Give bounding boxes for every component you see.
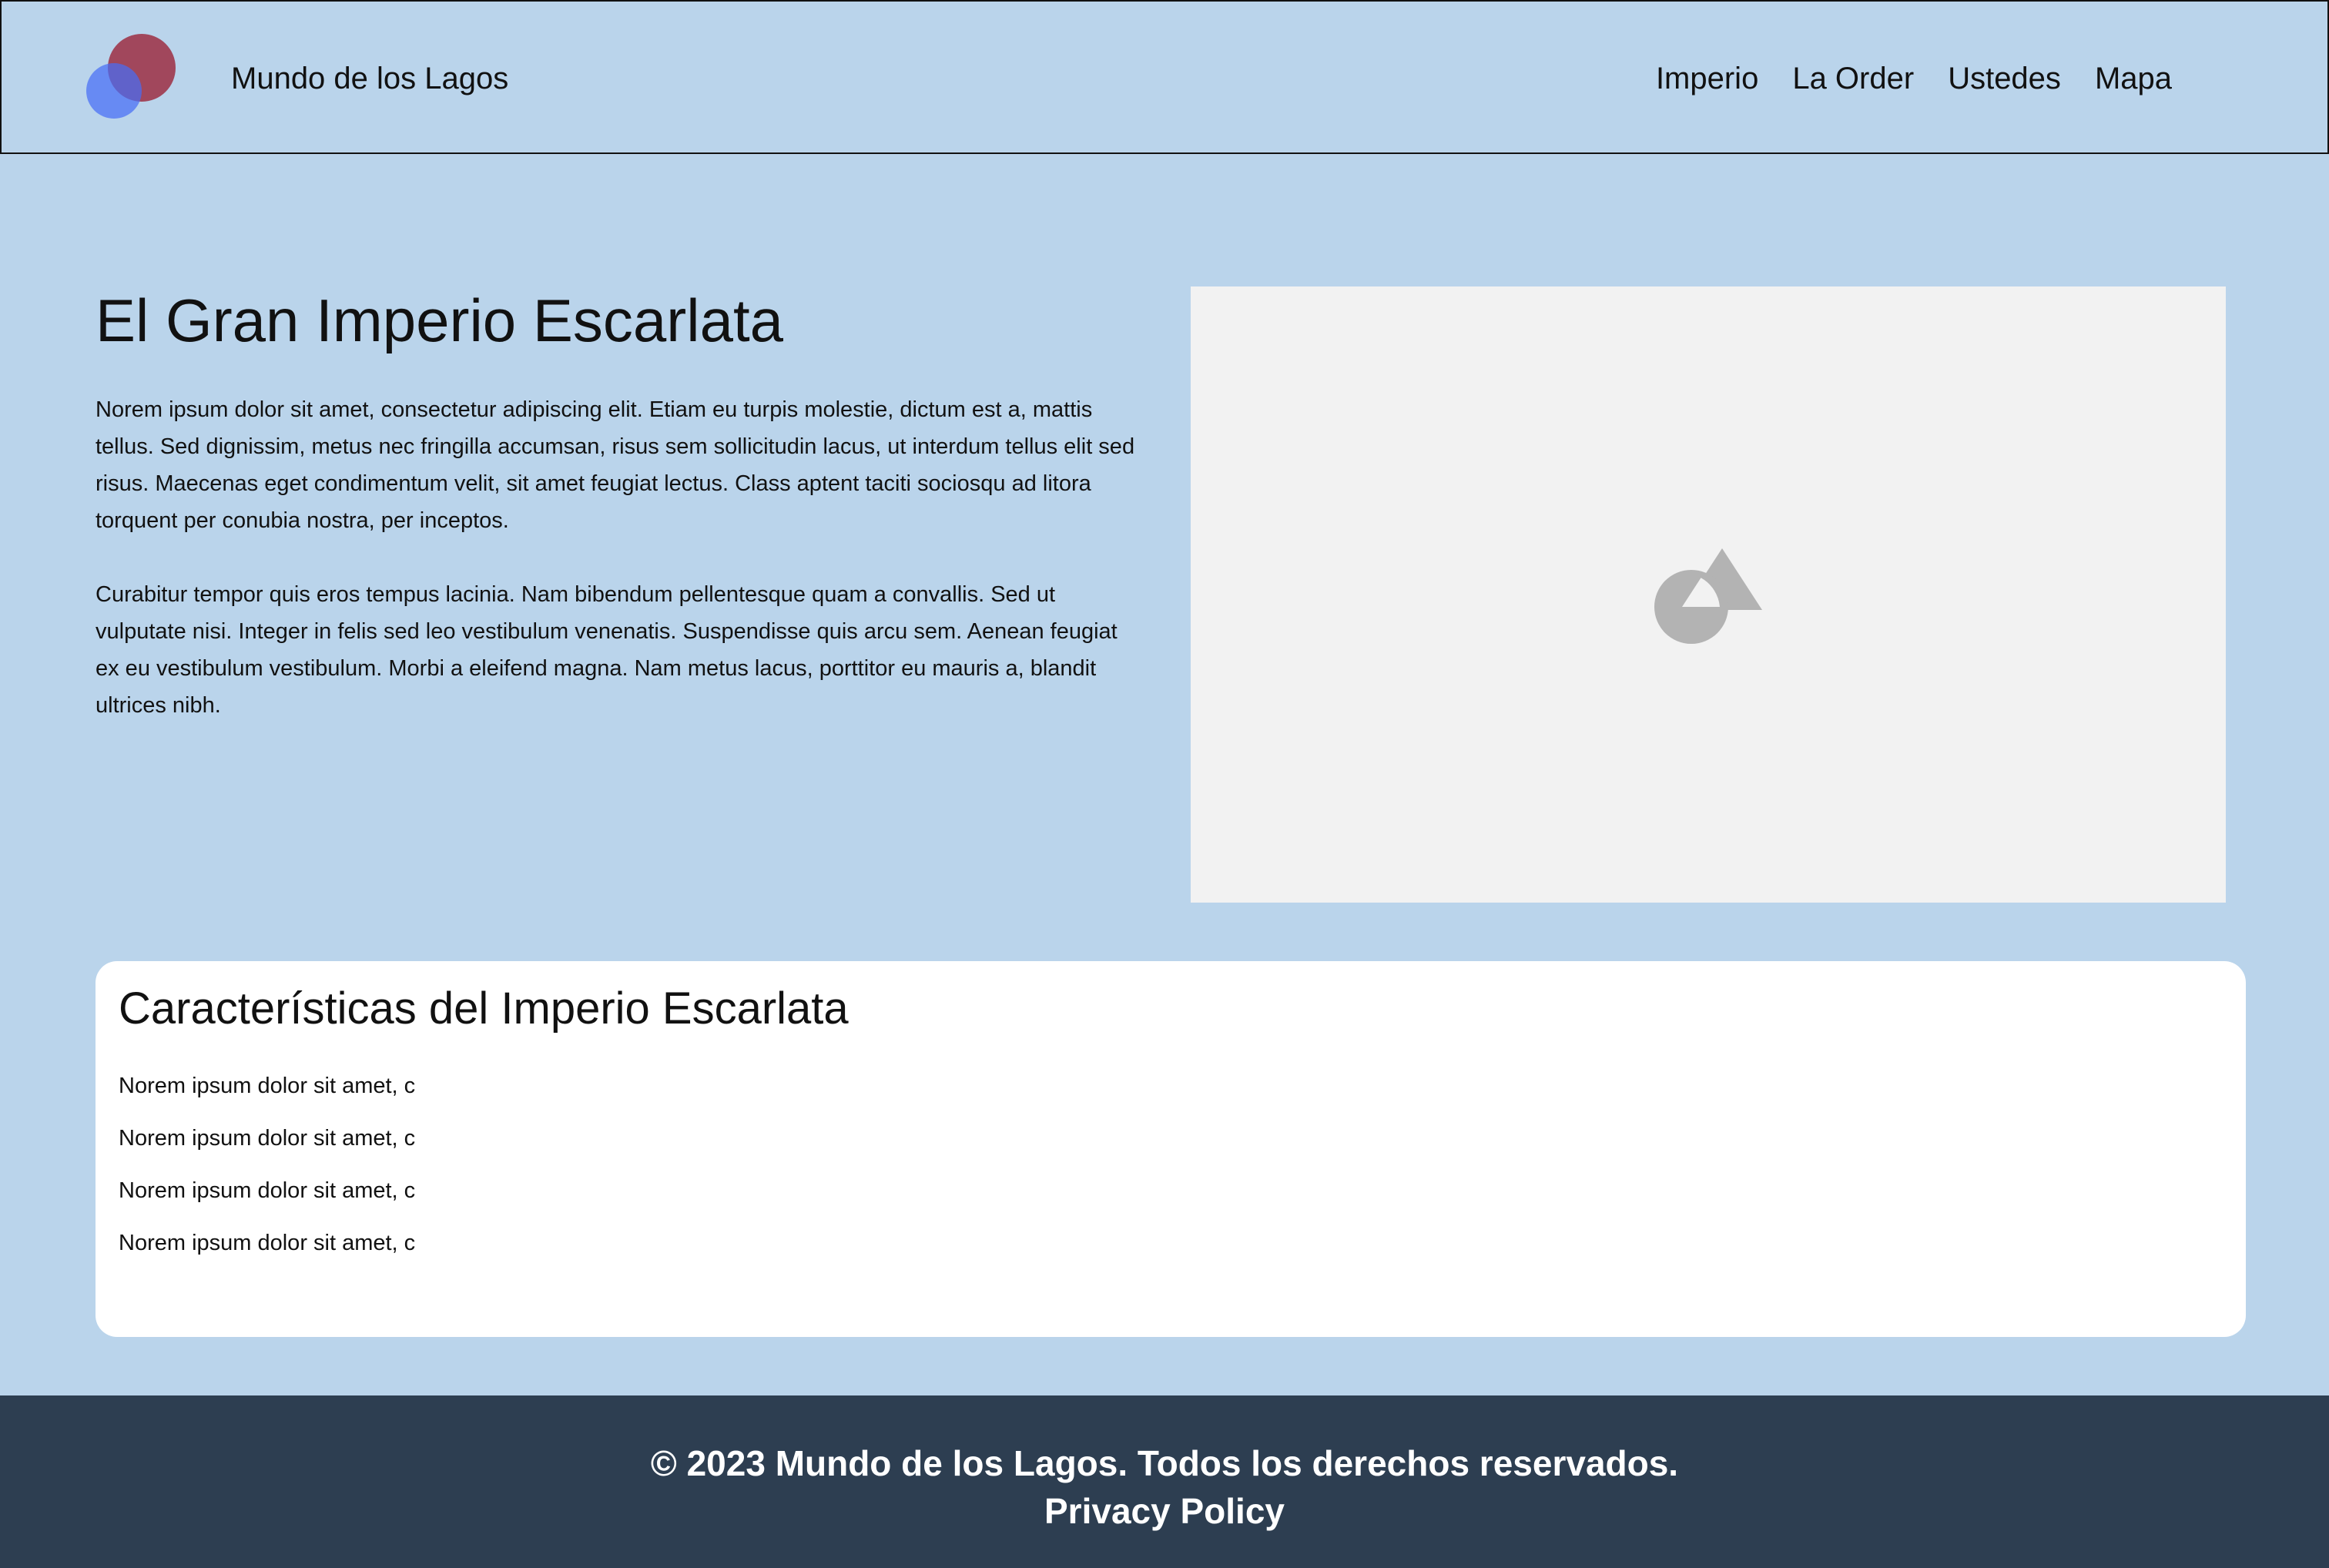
- nav-item-ustedes[interactable]: Ustedes: [1948, 57, 2061, 100]
- site-brand[interactable]: Mundo de los Lagos: [231, 57, 508, 100]
- logo-blue-circle: [86, 63, 142, 119]
- features-title: Características del Imperio Escarlata: [119, 983, 849, 1034]
- nav-item-mapa[interactable]: Mapa: [2095, 57, 2172, 100]
- features-list: Norem ipsum dolor sit amet, c Norem ipsu…: [119, 1070, 415, 1280]
- site-header: Mundo de los Lagos Imperio La Order Uste…: [0, 0, 2329, 154]
- footer-copyright: © 2023 Mundo de los Lagos. Todos los der…: [650, 1443, 1679, 1483]
- logo-icon[interactable]: [85, 34, 180, 123]
- footer-links: Privacy Policy: [0, 1488, 2329, 1534]
- list-item: Norem ipsum dolor sit amet, c: [119, 1231, 416, 1255]
- hero-image-placeholder: [1191, 286, 2226, 903]
- hero-text: Norem ipsum dolor sit amet, consectetur …: [96, 391, 1143, 761]
- nav-item-la-order[interactable]: La Order: [1792, 57, 1914, 100]
- list-item: Norem ipsum dolor sit amet, c: [119, 1178, 416, 1203]
- nav-item-imperio[interactable]: Imperio: [1656, 57, 1758, 100]
- privacy-policy-link[interactable]: Privacy Policy: [1044, 1491, 1285, 1531]
- list-item: Norem ipsum dolor sit amet, c: [119, 1126, 416, 1151]
- main-nav: Imperio La Order Ustedes Mapa: [1656, 57, 2172, 100]
- list-item: Norem ipsum dolor sit amet, c: [119, 1074, 416, 1098]
- site-footer: © 2023 Mundo de los Lagos. Todos los der…: [0, 1395, 2329, 1568]
- features-card: Características del Imperio Escarlata No…: [96, 961, 2246, 1337]
- hero-paragraph-2: Curabitur tempor quis eros tempus lacini…: [96, 582, 1118, 718]
- hero-title: El Gran Imperio Escarlata: [96, 286, 784, 354]
- hero-paragraph-1: Norem ipsum dolor sit amet, consectetur …: [96, 397, 1135, 533]
- image-placeholder-icon: [1654, 548, 1762, 644]
